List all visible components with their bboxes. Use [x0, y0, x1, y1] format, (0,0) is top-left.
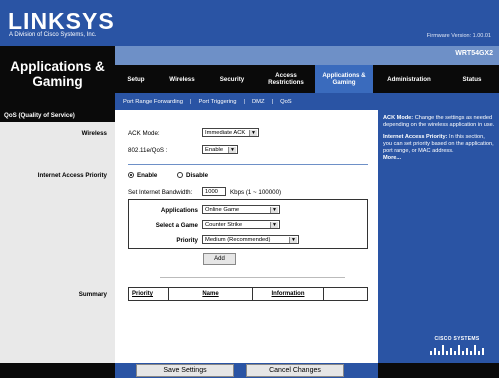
summary-col-priority: Priority — [129, 288, 169, 300]
summary-table-header: Priority Name Information — [128, 287, 368, 301]
summary-section-label: Summary — [78, 291, 107, 298]
disable-radio[interactable] — [177, 172, 183, 178]
tab-status[interactable]: Status — [445, 65, 499, 93]
cisco-bars-icon — [430, 345, 484, 355]
logo-tagline: A Division of Cisco Systems, Inc. — [9, 32, 97, 38]
add-button[interactable]: Add — [203, 253, 236, 265]
firmware-version: Firmware Version: 1.00.01 — [426, 33, 491, 39]
tab-security[interactable]: Security — [207, 65, 257, 93]
priority-label: Priority — [176, 237, 198, 244]
wmm-qos-select[interactable]: Enable ▼ — [202, 145, 238, 154]
chevron-down-icon: ▼ — [289, 237, 297, 243]
wmm-qos-value: Enable — [205, 146, 224, 153]
model-bar — [115, 46, 499, 65]
select-game-label: Select a Game — [155, 222, 198, 229]
footer-left — [0, 363, 115, 378]
ack-mode-value: Immediate ACK — [205, 129, 246, 136]
chevron-down-icon: ▼ — [228, 147, 236, 153]
sub-tabs: Port Range Forwarding | Port Triggering … — [115, 93, 499, 110]
enable-radio-label: Enable — [137, 172, 158, 179]
divider — [160, 277, 345, 278]
bandwidth-label: Set Internet Bandwidth: — [128, 189, 193, 196]
tab-administration[interactable]: Administration — [373, 65, 445, 93]
wmm-qos-label: 802.11e/QoS : — [128, 147, 168, 154]
save-settings-button[interactable]: Save Settings — [136, 364, 234, 377]
help-iap-title: Internet Access Priority: — [383, 134, 448, 140]
subtab-qos[interactable]: QoS — [273, 99, 299, 105]
main-tabs: Setup Wireless Security Access Restricti… — [115, 65, 499, 93]
model-name: WRT54GX2 — [455, 50, 493, 57]
footer-right — [378, 363, 499, 378]
summary-col-actions — [324, 288, 367, 300]
help-ack-title: ACK Mode: — [383, 115, 414, 121]
subtab-dmz[interactable]: DMZ — [245, 99, 272, 105]
subtab-port-triggering[interactable]: Port Triggering — [191, 99, 243, 105]
disable-radio-label: Disable — [186, 172, 209, 179]
left-column — [0, 110, 115, 363]
tab-wireless[interactable]: Wireless — [157, 65, 207, 93]
wireless-section-label: Wireless — [81, 130, 107, 137]
applications-label: Applications — [160, 207, 198, 214]
summary-col-name: Name — [169, 288, 253, 300]
help-more-link[interactable]: More... — [383, 155, 401, 161]
ack-mode-label: ACK Mode: — [128, 130, 160, 137]
chevron-down-icon: ▼ — [270, 222, 278, 228]
chevron-down-icon: ▼ — [270, 207, 278, 213]
tab-setup[interactable]: Setup — [115, 65, 157, 93]
summary-col-information: Information — [253, 288, 324, 300]
game-select[interactable]: Counter Strike ▼ — [202, 220, 280, 229]
qos-heading: QoS (Quality of Service) — [4, 112, 75, 119]
subtab-port-range-forwarding[interactable]: Port Range Forwarding — [115, 99, 190, 105]
enable-radio[interactable] — [128, 172, 134, 178]
game-value: Counter Strike — [205, 221, 243, 228]
cancel-changes-button[interactable]: Cancel Changes — [246, 364, 344, 377]
help-text: ACK Mode: Change the settings as needed … — [383, 115, 495, 162]
page-title: Applications & Gaming — [10, 59, 105, 89]
tab-access-restrictions[interactable]: Access Restrictions — [257, 65, 315, 93]
priority-value: Medium (Recommended) — [205, 236, 271, 243]
chevron-down-icon: ▼ — [249, 130, 257, 136]
bandwidth-unit: Kbps (1 ~ 100000) — [230, 189, 282, 196]
tab-applications-gaming[interactable]: Applications & Gaming — [315, 65, 373, 93]
divider — [128, 164, 368, 165]
ack-mode-select[interactable]: Immediate ACK ▼ — [202, 128, 259, 137]
cisco-systems-logo: CISCO SYSTEMS — [424, 336, 490, 361]
linksys-logo: LINKSYS — [8, 8, 115, 34]
internet-priority-section-label: Internet Access Priority — [37, 172, 107, 179]
applications-select[interactable]: Online Game ▼ — [202, 205, 280, 214]
bandwidth-input[interactable]: 1000 — [202, 187, 226, 196]
priority-select[interactable]: Medium (Recommended) ▼ — [202, 235, 299, 244]
applications-value: Online Game — [205, 206, 240, 213]
